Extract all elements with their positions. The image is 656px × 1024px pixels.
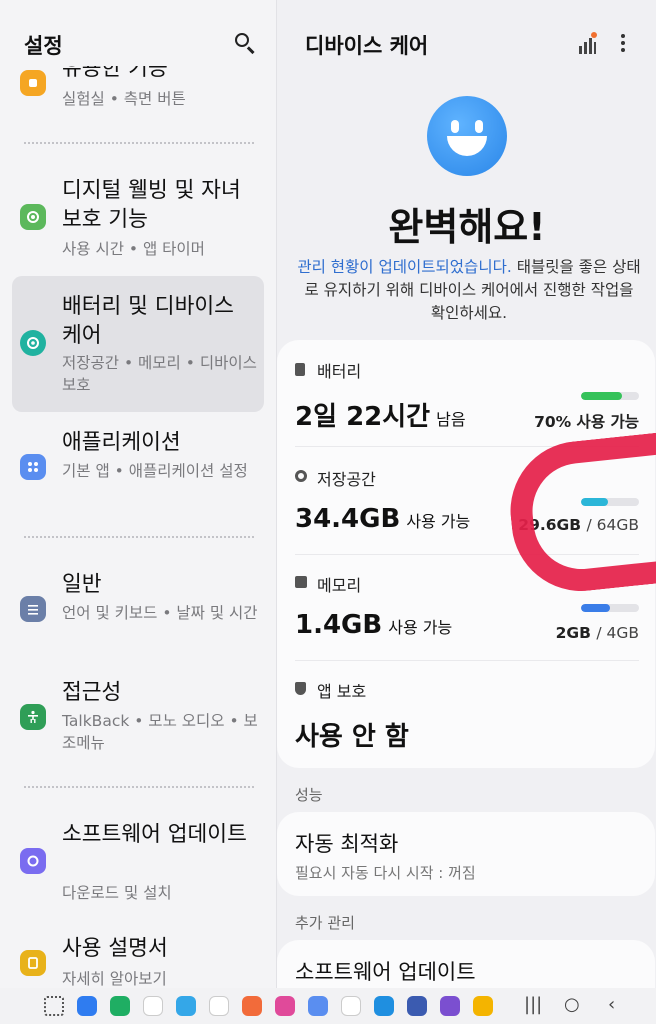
battery-row[interactable]: 배터리 2일 22시간 남음 70% 사용 가능 bbox=[295, 358, 639, 448]
recent-apps-button[interactable]: ||| bbox=[524, 994, 542, 1015]
messages-icon[interactable] bbox=[77, 996, 97, 1016]
settings-item-general[interactable]: 일반 언어 및 키보드 • 날짜 및 시간 bbox=[12, 568, 264, 656]
settings-item-title: 소프트웨어 업데이트 bbox=[62, 822, 247, 847]
memory-icon bbox=[295, 576, 307, 588]
auto-optimization-title: 자동 최적화 bbox=[295, 832, 399, 856]
settings-item-title: 디지털 웰빙 및 자녀 보호 기능 bbox=[62, 178, 241, 232]
auto-optimization-subtitle: 필요시 자동 다시 시작 : 꺼짐 bbox=[295, 864, 476, 882]
device-care-icon bbox=[20, 330, 46, 356]
storage-value: 34.4GB 사용 가능 bbox=[295, 504, 471, 534]
page-title: 디바이스 케어 bbox=[305, 34, 429, 58]
settings-item-battery-device-care[interactable]: 배터리 및 디바이스 케어 저장공간 • 메모리 • 디바이스 보호 bbox=[12, 276, 264, 412]
settings-item-useful-features[interactable]: 유용한 기능 실험실 • 측면 버튼 bbox=[12, 58, 264, 116]
gallery-icon[interactable] bbox=[308, 996, 328, 1016]
battery-percent: 70% 사용 가능 bbox=[534, 413, 639, 431]
search-icon[interactable] bbox=[234, 32, 256, 54]
app-protection-value: 사용 안 함 bbox=[295, 722, 409, 752]
battery-level-bar bbox=[581, 392, 639, 400]
settings-item-subtitle: 실험실 • 측면 버튼 bbox=[62, 90, 186, 108]
sliders-icon bbox=[20, 596, 46, 622]
settings-icon[interactable] bbox=[407, 996, 427, 1016]
settings-item-subtitle: 기본 앱 • 애플리케이션 설정 bbox=[62, 462, 248, 480]
green-c-app-icon[interactable] bbox=[110, 996, 130, 1016]
smiley-status-icon bbox=[427, 96, 507, 176]
storage-label: 저장공간 bbox=[317, 470, 376, 489]
battery-label: 배터리 bbox=[317, 362, 362, 381]
settings-item-subtitle: 다운로드 및 설치 bbox=[62, 884, 172, 902]
divider bbox=[24, 536, 254, 538]
settings-item-title: 사용 설명서 bbox=[62, 936, 168, 961]
settings-panel: 설정 유용한 기능 실험실 • 측면 버튼 디지털 웰빙 및 자녀 보호 기능 … bbox=[0, 0, 276, 988]
settings-item-applications[interactable]: 애플리케이션 기본 앱 • 애플리케이션 설정 bbox=[12, 424, 264, 520]
home-button[interactable]: ○ bbox=[564, 994, 580, 1015]
battery-value: 2일 22시간 남음 bbox=[295, 402, 466, 432]
settings-item-title: 배터리 및 디바이스 케어 bbox=[62, 294, 234, 348]
settings-item-subtitle: 자세히 알아보기 bbox=[62, 970, 167, 988]
update-icon bbox=[20, 848, 46, 874]
smartthings-icon[interactable] bbox=[143, 996, 163, 1016]
settings-item-title: 유용한 기능 bbox=[62, 56, 168, 81]
taskbar: ||| ○ ‹ bbox=[0, 988, 656, 1024]
memory-label: 메모리 bbox=[317, 576, 362, 595]
accessibility-icon bbox=[20, 704, 46, 730]
flower-app-icon[interactable] bbox=[275, 996, 295, 1016]
settings-item-subtitle: TalkBack • 모노 오디오 • 보조메뉴 bbox=[62, 712, 258, 752]
settings-title: 설정 bbox=[24, 34, 63, 58]
storage-icon bbox=[295, 470, 307, 482]
apps-icon bbox=[20, 454, 46, 480]
stats-chart-icon[interactable] bbox=[579, 32, 597, 54]
puzzle-icon bbox=[20, 70, 46, 96]
contacts-icon[interactable] bbox=[242, 996, 262, 1016]
memory-level-bar bbox=[581, 604, 639, 612]
section-header-performance: 성능 bbox=[295, 786, 323, 804]
divider bbox=[295, 660, 639, 661]
divider bbox=[24, 786, 254, 788]
manual-icon bbox=[20, 950, 46, 976]
auto-optimization-card[interactable]: 자동 최적화 필요시 자동 다시 시작 : 꺼짐 bbox=[277, 812, 655, 896]
software-update-title: 소프트웨어 업데이트 bbox=[295, 960, 476, 984]
files-icon[interactable] bbox=[473, 996, 493, 1016]
status-description: 관리 현황이 업데이트되었습니다. 태블릿을 좋은 상태로 유지하기 위해 디바… bbox=[295, 256, 643, 325]
grid-icon[interactable] bbox=[44, 996, 64, 1016]
back-button[interactable]: ‹ bbox=[608, 994, 615, 1015]
more-options-icon[interactable] bbox=[621, 34, 625, 52]
settings-item-title: 일반 bbox=[62, 572, 102, 597]
battery-icon bbox=[295, 363, 305, 376]
settings-item-user-manual[interactable]: 사용 설명서 자세히 알아보기 bbox=[12, 930, 264, 988]
settings-item-subtitle: 저장공간 • 메모리 • 디바이스 보호 bbox=[62, 354, 257, 394]
app-protection-row[interactable]: 앱 보호 사용 안 함 bbox=[295, 678, 639, 758]
settings-item-subtitle: 사용 시간 • 앱 타이머 bbox=[62, 240, 205, 258]
status-update-link[interactable]: 관리 현황이 업데이트되었습니다. bbox=[297, 258, 511, 276]
chrome-icon[interactable] bbox=[341, 996, 361, 1016]
settings-item-software-update[interactable]: 소프트웨어 업데이트 다운로드 및 설치 bbox=[12, 818, 264, 910]
app-protection-label: 앱 보호 bbox=[317, 682, 367, 701]
settings-item-title: 접근성 bbox=[62, 680, 122, 705]
section-header-extra: 추가 관리 bbox=[295, 914, 355, 932]
telegram-icon[interactable] bbox=[176, 996, 196, 1016]
settings-item-accessibility[interactable]: 접근성 TalkBack • 모노 오디오 • 보조메뉴 bbox=[12, 676, 264, 764]
status-headline: 완벽해요! bbox=[388, 205, 546, 249]
settings-item-digital-wellbeing[interactable]: 디지털 웰빙 및 자녀 보호 기능 사용 시간 • 앱 타이머 bbox=[12, 172, 264, 264]
wellbeing-icon bbox=[20, 204, 46, 230]
divider bbox=[24, 142, 254, 144]
software-update-card[interactable]: 소프트웨어 업데이트 bbox=[277, 940, 655, 988]
settings-item-subtitle: 언어 및 키보드 • 날짜 및 시간 bbox=[62, 604, 258, 622]
multi-app-icon[interactable] bbox=[440, 996, 460, 1016]
play-store-icon[interactable] bbox=[209, 996, 229, 1016]
shield-icon bbox=[295, 682, 306, 695]
device-care-panel: 디바이스 케어 완벽해요! 관리 현황이 업데이트되었습니다. 태블릿을 좋은 … bbox=[276, 0, 656, 988]
memory-value: 1.4GB 사용 가능 bbox=[295, 610, 453, 640]
edge-icon[interactable] bbox=[374, 996, 394, 1016]
settings-item-title: 애플리케이션 bbox=[62, 430, 181, 455]
memory-usage: 2GB / 4GB bbox=[555, 624, 639, 642]
